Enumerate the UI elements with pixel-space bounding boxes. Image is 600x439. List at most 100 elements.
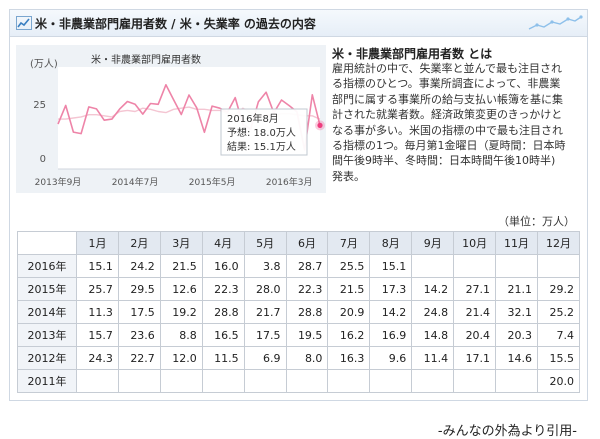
table-cell: 20.4 (453, 323, 497, 347)
table-cell: 9.6 (369, 346, 413, 370)
table-cell: 16.0 (201, 254, 245, 278)
table-cell: 24.3 (76, 346, 119, 370)
table-cell: 15.1 (369, 254, 413, 278)
table-row: 2014年 11.3 17.5 19.2 28.8 21.7 28.8 20.9 14.2 24.… (17, 300, 581, 324)
column-header: 11月 (495, 231, 538, 255)
table-cell (536, 254, 581, 278)
table-body: 2016年 15.1 24.2 21.5 16.0 3.8 28.7 25.5 15.1 2015… (17, 254, 581, 393)
table-cell: 8.0 (285, 346, 329, 370)
table-cell (159, 369, 203, 393)
table-row: 2015年 25.7 29.5 12.6 22.3 28.0 22.3 21.5 17.3 14.… (17, 277, 581, 301)
row-year: 2011年 (17, 369, 77, 393)
table-cell: 23.6 (117, 323, 161, 347)
description-line: 部門に属する事業所の給与支払い帳簿を基に集 (332, 92, 563, 106)
table-cell: 19.5 (285, 323, 329, 347)
sparkline-icon (528, 15, 583, 30)
nfp-line-chart: 米・非農業部門雇用者数 (万人) 25 0 2013年9月 2014年7月 2015年5月 2… (30, 53, 325, 188)
description-text: 雇用統計の中で、失業率と並んで最も注目され る指標のひとつ。事業所調査によって、… (332, 61, 584, 184)
table-cell: 16.9 (369, 323, 413, 347)
table-cell: 32.1 (495, 300, 538, 324)
table-cell: 12.0 (159, 346, 203, 370)
description-title: 米・非農業部門雇用者数 とは (332, 47, 493, 61)
tooltip-result: 結果: 15.1万人 (227, 140, 296, 153)
chart-title: 米・非農業部門雇用者数 (91, 53, 201, 66)
tooltip-month: 2016年8月 (227, 112, 279, 125)
description-line: 計された就業者数。経済政策変更のきっかけと (332, 108, 563, 122)
table-cell: 28.7 (285, 254, 329, 278)
column-header: 4月 (201, 231, 245, 255)
table-cell: 21.5 (159, 254, 203, 278)
table-cell (411, 369, 455, 393)
y-axis-label: (万人) (30, 58, 58, 70)
table-cell: 17.5 (243, 323, 287, 347)
table-cell: 28.8 (285, 300, 329, 324)
table-cell: 17.3 (369, 277, 413, 301)
table-cell: 27.1 (453, 277, 497, 301)
table-cell: 17.5 (117, 300, 161, 324)
table-cell: 21.5 (327, 277, 371, 301)
column-header: 1月 (76, 231, 119, 255)
table-cell (76, 369, 119, 393)
y-tick-label: 25 (33, 100, 46, 111)
indicator-panel: 米・非農業部門雇用者数 / 米・失業率 の過去の内容 米・非農業部門雇用者数 (万… (9, 9, 588, 439)
column-header: 6月 (285, 231, 329, 255)
table-cell (285, 369, 329, 393)
table-cell: 21.7 (243, 300, 287, 324)
tooltip-forecast: 予想: 18.0万人 (227, 126, 296, 139)
row-year: 2013年 (17, 323, 77, 347)
history-table: 1月 2月 3月 4月 5月 6月 7月 8月 9月 10月 11月 12月 2… (17, 231, 581, 393)
description-line: 間午後9時半、冬時間：日本時間午後10時半) (332, 154, 556, 168)
table-cell: 24.8 (411, 300, 455, 324)
table-cell: 20.3 (495, 323, 538, 347)
table-cell (369, 369, 413, 393)
table-row: 2016年 15.1 24.2 21.5 16.0 3.8 28.7 25.5 15.1 (17, 254, 581, 278)
table-cell: 12.6 (159, 277, 203, 301)
source-credit: -みんなの外為より引用- (437, 424, 577, 439)
chart-area: 米・非農業部門雇用者数 (万人) 25 0 2013年9月 2014年7月 2015年5月 2… (16, 45, 326, 193)
table-cell: 28.0 (243, 277, 287, 301)
table-cell (201, 369, 245, 393)
table-cell: 6.9 (243, 346, 287, 370)
table-cell: 14.2 (369, 300, 413, 324)
table-cell: 22.3 (201, 277, 245, 301)
table-cell: 19.2 (159, 300, 203, 324)
row-year: 2015年 (17, 277, 77, 301)
description-line: 雇用統計の中で、失業率と並んで最も注目され (332, 62, 563, 75)
table-cell: 22.7 (117, 346, 161, 370)
y-tick-label: 0 (40, 154, 46, 165)
table-row: 2013年 15.7 23.6 8.8 16.5 17.5 19.5 16.2 16.9 14.8… (17, 323, 581, 347)
unit-label: （単位：万人） (498, 215, 575, 228)
table-cell: 11.3 (76, 300, 119, 324)
column-header: 5月 (243, 231, 287, 255)
description-line: なる事が多い。米国の指標の中で最も注目され (332, 123, 563, 137)
description-line: る指標のひとつ。事業所調査によって、非農業 (332, 77, 561, 91)
table-cell: 11.5 (201, 346, 245, 370)
table-cell (453, 254, 497, 278)
row-year: 2012年 (17, 346, 77, 370)
line-chart-icon (16, 16, 32, 30)
table-cell: 8.8 (159, 323, 203, 347)
table-cell: 15.7 (76, 323, 119, 347)
x-tick-label: 2013年9月 (35, 176, 82, 188)
panel-title: 米・非農業部門雇用者数 / 米・失業率 の過去の内容 (35, 17, 316, 31)
column-header: 9月 (411, 231, 455, 255)
table-cell: 16.2 (327, 323, 371, 347)
table-cell (495, 369, 538, 393)
table-cell (495, 254, 538, 278)
table-cell: 15.5 (536, 346, 581, 370)
table-cell: 20.9 (327, 300, 371, 324)
table-cell: 25.5 (327, 254, 371, 278)
table-cell: 25.2 (536, 300, 581, 324)
table-cell: 17.1 (453, 346, 497, 370)
column-header: 8月 (369, 231, 413, 255)
table-cell: 16.3 (327, 346, 371, 370)
x-tick-label: 2015年5月 (189, 176, 236, 188)
column-header: 12月 (536, 231, 581, 255)
table-cell: 24.2 (117, 254, 161, 278)
table-cell: 16.5 (201, 323, 245, 347)
table-cell: 20.0 (536, 369, 581, 393)
table-cell: 22.3 (285, 277, 329, 301)
table-cell: 3.8 (243, 254, 287, 278)
column-header: 10月 (453, 231, 497, 255)
column-header: 2月 (117, 231, 161, 255)
